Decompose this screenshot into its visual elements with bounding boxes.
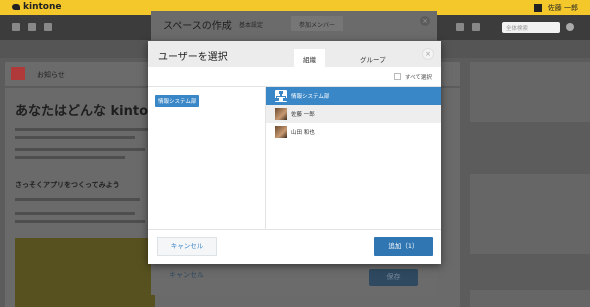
user-menu[interactable]: 佐藤 一郎 — [533, 3, 578, 13]
dialog-footer: キャンセル 追加（1） — [148, 229, 441, 264]
text-line — [15, 156, 125, 159]
add-button[interactable]: 追加（1） — [374, 237, 433, 256]
user-select-dialog: ユーザーを選択 組織 グループ × すべて選択 情報システム部 情報システム部 … — [148, 41, 441, 264]
search-input[interactable]: 全体検索 — [502, 22, 560, 33]
member-name: 佐藤 一郎 — [291, 112, 315, 118]
tab-basic-settings[interactable]: 基本設定 — [231, 16, 271, 31]
select-toolbar: すべて選択 — [148, 67, 441, 87]
close-icon[interactable]: × — [422, 48, 434, 60]
tab-members[interactable]: 参加メンバー — [291, 16, 344, 31]
user-avatar — [533, 4, 542, 12]
member-list: 情報システム部 佐藤 一郎 山田 和也 — [266, 87, 441, 229]
space-dialog-title: スペースの作成 — [163, 21, 232, 32]
member-name: 情報システム部 — [291, 94, 330, 100]
kintone-logo[interactable]: kintone — [12, 2, 61, 12]
close-icon[interactable]: × — [420, 16, 430, 26]
side-panel — [470, 290, 590, 307]
user-name: 佐藤 一郎 — [547, 4, 578, 12]
side-panel — [470, 174, 590, 254]
brand-name: kintone — [23, 2, 62, 12]
member-name: 山田 和也 — [291, 130, 315, 136]
text-line — [15, 148, 145, 151]
space-save-button[interactable]: 保存 — [369, 269, 418, 286]
help-icon[interactable] — [472, 23, 480, 31]
select-all-label[interactable]: すべて選択 — [405, 73, 432, 81]
tutorial-thumbnails — [15, 238, 155, 307]
text-line — [15, 128, 150, 131]
section-heading: さっそくアプリをつくってみよう — [15, 181, 120, 189]
org-tree-item[interactable]: 情報システム部 — [155, 95, 200, 107]
tab-group[interactable]: グループ — [351, 49, 395, 67]
cancel-button[interactable]: キャンセル — [157, 237, 217, 256]
dialog-title: ユーザーを選択 — [158, 52, 228, 63]
home-icon[interactable] — [12, 23, 20, 31]
select-all-checkbox[interactable] — [394, 73, 401, 80]
text-line — [15, 212, 135, 215]
member-row-user[interactable]: 山田 和也 — [266, 123, 441, 141]
user-photo — [275, 126, 287, 138]
people-icon[interactable] — [28, 23, 36, 31]
org-chart-icon — [275, 90, 287, 102]
bell-icon[interactable] — [456, 23, 464, 31]
user-photo — [275, 108, 287, 120]
gear-icon[interactable] — [566, 23, 574, 31]
portal-heading: あなたはどんな kintone — [15, 104, 167, 119]
text-line — [15, 220, 145, 223]
text-line — [15, 198, 140, 201]
member-row-organization[interactable]: 情報システム部 — [266, 87, 441, 105]
kintone-bird-icon — [12, 3, 20, 10]
megaphone-icon — [11, 67, 25, 80]
text-line — [15, 136, 135, 139]
grid-icon[interactable] — [44, 23, 52, 31]
org-tree-pane: 情報システム部 — [148, 87, 266, 229]
right-column — [470, 62, 590, 307]
dialog-header: ユーザーを選択 組織 グループ × — [148, 41, 441, 67]
member-row-user[interactable]: 佐藤 一郎 — [266, 105, 441, 123]
tab-organization[interactable]: 組織 — [294, 49, 325, 67]
side-panel — [470, 62, 590, 122]
space-cancel-button[interactable]: キャンセル — [169, 270, 204, 280]
notice-title: お知らせ — [37, 71, 65, 79]
